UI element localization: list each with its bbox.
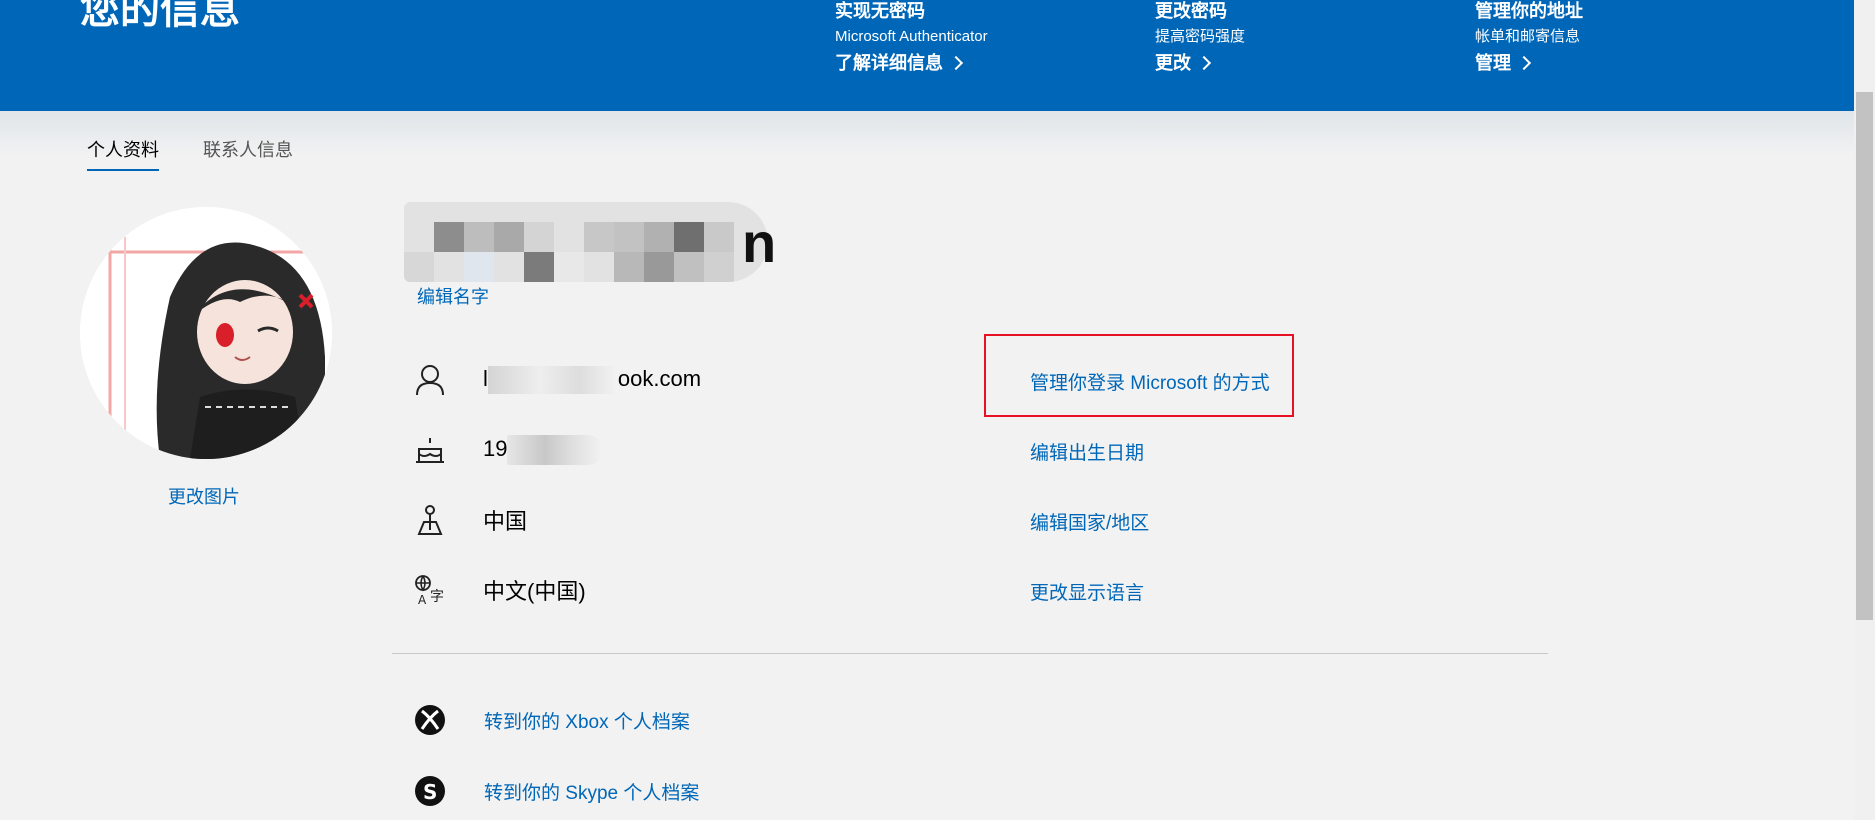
birthday-row: 19 bbox=[412, 430, 603, 470]
chevron-right-icon bbox=[1196, 55, 1212, 71]
profile-tabs: 个人资料 联系人信息 bbox=[87, 136, 293, 171]
promo-subtitle: 提高密码强度 bbox=[1155, 28, 1246, 45]
pixelated-name bbox=[404, 202, 768, 282]
language-row: A字 中文(中国) bbox=[412, 570, 586, 610]
svg-text:字: 字 bbox=[430, 589, 444, 605]
manage-address-label: 管理 bbox=[1475, 53, 1511, 73]
tab-contact-info[interactable]: 联系人信息 bbox=[203, 136, 293, 171]
promo-title: 管理你的地址 bbox=[1475, 1, 1583, 21]
edit-birthday-link[interactable]: 编辑出生日期 bbox=[1030, 438, 1144, 465]
scrollbar-thumb[interactable] bbox=[1856, 92, 1873, 620]
location-pin-icon bbox=[412, 502, 448, 538]
birthday-cake-icon bbox=[412, 432, 448, 468]
promo-title: 实现无密码 bbox=[835, 1, 925, 21]
email-value: l ook.com bbox=[483, 365, 702, 395]
email-visible-suffix: ook.com bbox=[617, 365, 702, 391]
birthday-visible-prefix: 19 bbox=[483, 435, 508, 461]
change-photo-link[interactable]: 更改图片 bbox=[168, 483, 240, 509]
display-name-visible-part: n bbox=[742, 211, 777, 274]
promo-change-password: 更改密码 提高密码强度 更改 bbox=[1155, 0, 1245, 75]
promo-subtitle: Microsoft Authenticator bbox=[835, 28, 988, 45]
svg-text:A: A bbox=[418, 593, 427, 606]
avatar-image bbox=[80, 207, 332, 459]
promo-passwordless: 实现无密码 Microsoft Authenticator 了解详细信息 bbox=[835, 0, 988, 75]
svg-text:S: S bbox=[423, 780, 437, 804]
highlight-box bbox=[984, 334, 1294, 417]
chevron-right-icon bbox=[948, 55, 964, 71]
learn-more-label: 了解详细信息 bbox=[835, 53, 943, 73]
country-value: 中国 bbox=[483, 509, 528, 534]
change-language-link[interactable]: 更改显示语言 bbox=[1030, 578, 1144, 605]
display-name-redacted bbox=[404, 202, 768, 282]
promo-manage-address: 管理你的地址 帐单和邮寄信息 管理 bbox=[1475, 0, 1583, 75]
manage-address-link[interactable]: 管理 bbox=[1475, 51, 1532, 75]
country-row: 中国 bbox=[412, 500, 527, 540]
language-icon: A字 bbox=[412, 572, 448, 608]
email-row: l ook.com bbox=[412, 360, 701, 400]
language-value: 中文(中国) bbox=[483, 579, 586, 604]
section-divider bbox=[392, 653, 1548, 654]
person-icon bbox=[412, 362, 448, 398]
avatar[interactable] bbox=[80, 207, 332, 459]
chevron-right-icon bbox=[1516, 55, 1532, 71]
edit-country-link[interactable]: 编辑国家/地区 bbox=[1030, 508, 1149, 535]
header-banner: 您的信息 实现无密码 Microsoft Authenticator 了解详细信… bbox=[0, 0, 1854, 111]
email-redacted bbox=[487, 366, 618, 395]
skype-row: S bbox=[412, 771, 448, 811]
xbox-profile-link[interactable]: 转到你的 Xbox 个人档案 bbox=[484, 707, 690, 734]
promo-title: 更改密码 bbox=[1155, 1, 1227, 21]
change-password-link[interactable]: 更改 bbox=[1155, 51, 1212, 75]
change-password-label: 更改 bbox=[1155, 53, 1191, 73]
birthday-value: 19 bbox=[483, 435, 603, 465]
skype-icon: S bbox=[412, 773, 448, 809]
page-title: 您的信息 bbox=[80, 0, 240, 32]
birthday-redacted bbox=[507, 435, 603, 465]
learn-more-link[interactable]: 了解详细信息 bbox=[835, 51, 964, 75]
tab-profile[interactable]: 个人资料 bbox=[87, 136, 159, 171]
xbox-icon bbox=[412, 702, 448, 738]
promo-subtitle: 帐单和邮寄信息 bbox=[1475, 28, 1581, 45]
edit-name-link[interactable]: 编辑名字 bbox=[417, 283, 489, 309]
xbox-row bbox=[412, 700, 448, 740]
skype-profile-link[interactable]: 转到你的 Skype 个人档案 bbox=[484, 778, 699, 805]
